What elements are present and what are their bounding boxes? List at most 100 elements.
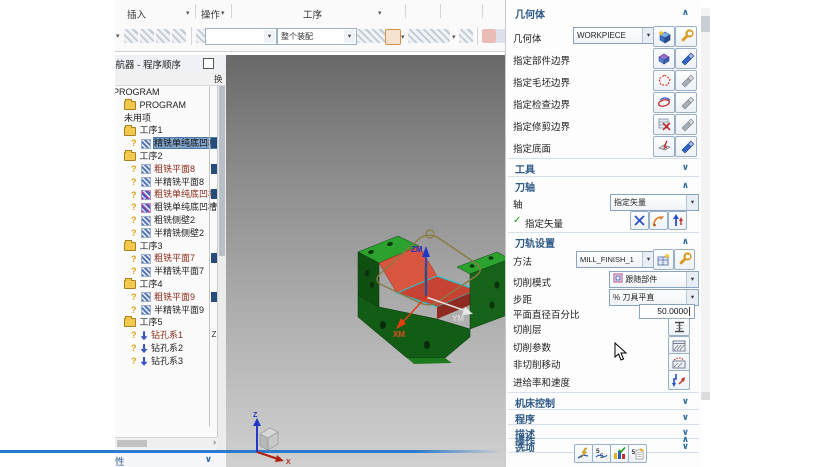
tree-item[interactable]: ? 粗铣单纯底凹槽5 <box>115 201 218 214</box>
tree-item[interactable]: ? 粗铣侧壁2 <box>115 214 218 227</box>
navigator-column-header[interactable]: 换 <box>115 71 226 86</box>
verify-toolpath-button[interactable] <box>610 444 629 463</box>
generate-toolpath-button[interactable] <box>574 444 593 463</box>
select-arrow-icon[interactable] <box>371 29 385 43</box>
window-red-icon[interactable] <box>482 29 496 43</box>
scrollbar-bottom[interactable] <box>701 392 710 400</box>
cut-levels-button[interactable] <box>668 318 690 336</box>
ribbon-group-insert[interactable]: 插入 <box>127 7 146 21</box>
feeds-speeds-button[interactable] <box>668 370 690 390</box>
chevron-down-icon[interactable]: ▾ <box>686 195 698 210</box>
display-floor-button[interactable] <box>675 136 697 157</box>
chevron-down-icon[interactable]: ▾ <box>186 9 190 17</box>
specify-blank-boundary-button[interactable] <box>653 70 675 91</box>
chevron-down-icon[interactable]: ∨ <box>682 412 689 423</box>
workpiece-3d-model[interactable]: ZM XM YM <box>342 222 512 372</box>
chevron-down-icon[interactable]: ▾ <box>686 272 698 287</box>
insert-datum-icon[interactable] <box>172 29 186 43</box>
flat-diameter-percent-input[interactable]: 50.0000 <box>639 304 695 319</box>
tree-item[interactable]: ? 钻孔系2 <box>115 342 218 355</box>
chevron-down-icon[interactable]: ▾ <box>401 33 405 41</box>
tree-item[interactable]: ? 半精铣平面8 <box>115 176 218 189</box>
scrollbar-thumb[interactable] <box>219 86 225 256</box>
navigator-horizontal-scrollbar[interactable]: › <box>115 437 218 449</box>
tree-item[interactable]: ? 工序1 <box>115 124 218 137</box>
chevron-down-icon[interactable]: ▾ <box>264 30 275 43</box>
insert-sketch-icon[interactable] <box>140 29 154 43</box>
tree-item[interactable]: ? 钻孔系3 <box>115 355 218 368</box>
insert-feature-icon[interactable] <box>156 29 170 43</box>
display-check-boundary-button[interactable] <box>675 92 697 113</box>
edit-method-button[interactable] <box>674 249 695 270</box>
lasso-select-icon[interactable] <box>436 29 450 43</box>
insert-curve-icon[interactable] <box>124 29 138 43</box>
tree-item[interactable]: ? 粗铣平面7 <box>115 252 218 265</box>
specify-check-boundary-button[interactable] <box>653 92 675 113</box>
float-window-icon[interactable] <box>203 58 214 69</box>
display-blank-boundary-button[interactable] <box>675 70 697 91</box>
tree-item[interactable]: ? 工序2 <box>115 150 218 163</box>
chevron-down-icon[interactable]: ∨ <box>682 396 689 407</box>
chevron-down-icon[interactable]: ∨ <box>205 454 212 465</box>
new-method-button[interactable] <box>653 249 674 270</box>
show-hide-icon[interactable] <box>459 29 473 43</box>
snap-point-icon[interactable] <box>357 29 371 43</box>
tree-item[interactable]: ? 粗铣平面8 <box>115 163 218 176</box>
tree-item[interactable]: ? 未用项 <box>115 112 218 125</box>
specify-floor-button[interactable] <box>653 136 675 157</box>
panel-scrollbar[interactable] <box>701 8 710 400</box>
display-trim-boundary-button[interactable] <box>675 114 697 135</box>
tree-item[interactable]: ? 半精铣平面9 <box>115 304 218 317</box>
selection-filter-combo[interactable]: ▾ <box>205 28 277 45</box>
tree-item[interactable]: ? 工序5 <box>115 316 218 329</box>
rotate-view-icon[interactable] <box>408 29 422 43</box>
display-part-boundary-button[interactable] <box>675 48 697 69</box>
selection-scope-combo[interactable]: 整个装配 ▾ <box>277 28 357 45</box>
specify-part-boundary-button[interactable] <box>653 48 675 69</box>
section-machine-control[interactable]: 机床控制 ∨ <box>506 395 701 410</box>
tree-item[interactable]: ? 工序4 <box>115 278 218 291</box>
highlight-box-icon[interactable] <box>385 29 401 45</box>
ribbon-group-operation[interactable]: 操作 <box>201 7 220 21</box>
chevron-down-icon[interactable]: ▾ <box>452 33 456 41</box>
section-tool[interactable]: 工具 ∨ <box>506 161 701 176</box>
scrollbar-thumb[interactable] <box>701 16 710 32</box>
pan-view-icon[interactable] <box>422 29 436 43</box>
replay-toolpath-button[interactable]: 5 5 <box>592 444 611 463</box>
tree-item[interactable]: ? 钻孔系1 Z <box>115 329 218 342</box>
tree-item[interactable]: ? NC_PROGRAM <box>115 86 218 99</box>
scroll-right-arrow-icon[interactable]: › <box>213 437 216 447</box>
list-toolpath-button[interactable]: 5 <box>628 444 647 463</box>
vector-dialog-button[interactable] <box>649 211 668 230</box>
geometry-combo[interactable]: WORKPIECE ▾ <box>573 27 655 44</box>
section-geometry[interactable]: 几何体 ∧ <box>506 6 701 21</box>
chevron-down-icon[interactable]: ▾ <box>116 32 120 40</box>
tree-item[interactable]: ? 精铣单纯底凹槽6 <box>115 137 218 150</box>
specify-trim-boundary-button[interactable] <box>653 114 675 135</box>
new-geometry-button[interactable] <box>653 26 675 47</box>
tree-item[interactable]: ? 工序3 <box>115 240 218 253</box>
section-tool-axis[interactable]: 刀轴 ∧ <box>506 179 701 194</box>
chevron-down-icon[interactable]: ▾ <box>344 30 355 43</box>
tree-item[interactable]: ? 粗铣平面9 <box>115 291 218 304</box>
chevron-up-icon[interactable]: ∧ <box>682 236 689 247</box>
chevron-down-icon[interactable]: ▾ <box>686 290 698 305</box>
scrollbar-thumb[interactable] <box>117 440 147 447</box>
chevron-down-icon[interactable]: ▾ <box>221 9 225 17</box>
tree-item[interactable]: ? 粗铣单纯底凹槽4 <box>115 188 218 201</box>
dependencies-panel-header[interactable]: 相依性 ∨ <box>115 451 226 467</box>
tree-item[interactable]: ? PROGRAM <box>115 99 218 112</box>
vector-up-button[interactable] <box>668 211 687 230</box>
edit-geometry-button[interactable] <box>675 26 697 47</box>
navigator-vertical-scrollbar[interactable] <box>217 86 226 462</box>
tree-item[interactable]: ? 半精铣侧壁2 <box>115 227 218 240</box>
clear-vector-button[interactable] <box>630 211 649 230</box>
axis-combo[interactable]: 指定矢量 ▾ <box>610 194 699 211</box>
method-combo[interactable]: MILL_FINISH_1 ▾ <box>576 251 655 268</box>
chevron-down-icon[interactable]: ∨ <box>682 162 689 173</box>
chevron-up-icon[interactable]: ∧ <box>682 434 689 445</box>
ribbon-group-process[interactable]: 工序 <box>303 7 322 21</box>
tree-item[interactable]: ? 半精铣平面7 <box>115 265 218 278</box>
chevron-up-icon[interactable]: ∧ <box>682 7 689 18</box>
cut-mode-combo[interactable]: 跟随部件 ▾ <box>609 271 699 288</box>
